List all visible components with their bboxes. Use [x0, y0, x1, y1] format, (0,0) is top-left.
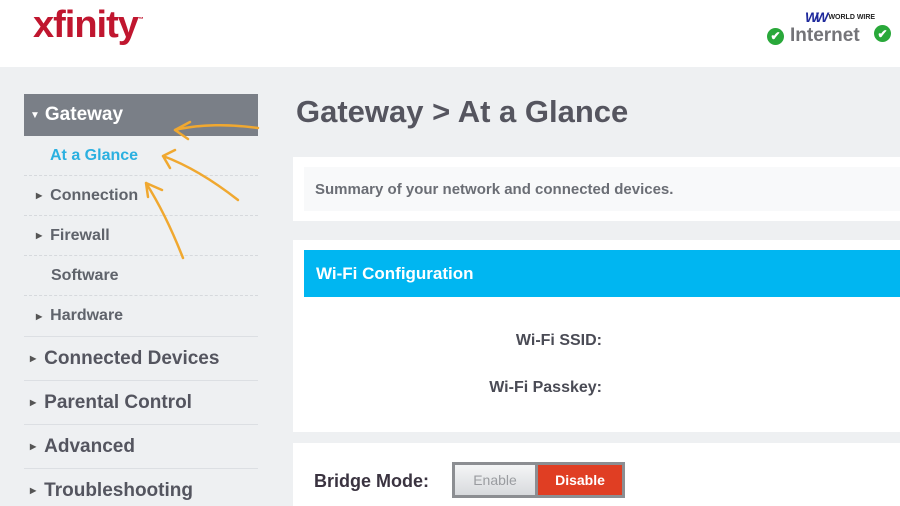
bridge-mode-panel: Bridge Mode: Enable Disable — [293, 443, 900, 506]
sidebar-item-software[interactable]: Software — [24, 256, 258, 296]
sidebar-item-label: Parental Control — [44, 391, 192, 413]
bridge-mode-toggle[interactable]: Enable Disable — [452, 462, 625, 498]
status-label: Internet — [790, 25, 860, 46]
sidebar-item-troubleshooting[interactable]: ▶ Troubleshooting — [24, 468, 258, 506]
check-circle-icon: ✔ — [767, 27, 784, 45]
caret-right-icon: ▶ — [30, 398, 37, 407]
bridge-mode-label: Bridge Mode: — [314, 471, 429, 491]
sidebar-item-label: Troubleshooting — [44, 479, 193, 501]
wifi-configuration-header: Wi-Fi Configuration — [304, 250, 900, 297]
caret-right-icon: ▶ — [36, 311, 43, 321]
sidebar-item-at-a-glance[interactable]: At a Glance — [24, 136, 258, 176]
sidebar-item-gateway[interactable]: ▼ Gateway — [24, 94, 258, 136]
xfinity-logo[interactable]: xfinity™ — [33, 4, 144, 47]
wifi-configuration-panel: Wi-Fi Configuration Wi-Fi SSID: Wi-Fi Pa… — [293, 240, 900, 432]
caret-right-icon: ▶ — [30, 486, 37, 495]
sidebar-item-label: Advanced — [44, 435, 135, 457]
world-wire-watermark: WW WORLD WIRE — [805, 9, 875, 25]
sidebar-item-connection[interactable]: ▶ Connection — [24, 176, 258, 216]
watermark-text: WORLD WIRE — [828, 13, 876, 21]
sidebar-item-label: At a Glance — [50, 146, 139, 164]
sidebar-item-firewall[interactable]: ▶ Firewall — [24, 216, 258, 256]
caret-right-icon: ▶ — [36, 231, 43, 240]
check-circle-icon: ✔ — [874, 25, 891, 42]
caret-down-icon: ▼ — [30, 109, 40, 121]
sidebar-item-label: Connection — [50, 186, 139, 204]
sidebar-item-label: Firewall — [50, 226, 110, 244]
summary-panel: Summary of your network and connected de… — [293, 157, 900, 221]
status-second[interactable]: ✔ — [874, 25, 891, 42]
caret-right-icon: ▶ — [36, 191, 43, 200]
sidebar-item-label: Connected Devices — [44, 347, 220, 369]
world-wire-logo-icon: WW — [805, 9, 829, 25]
disable-button[interactable]: Disable — [538, 465, 622, 495]
logo-text: xfinity — [33, 4, 139, 46]
wifi-passkey-label: Wi-Fi Passkey: — [489, 379, 602, 396]
sidebar-item-label: Gateway — [44, 104, 124, 125]
enable-button[interactable]: Enable — [455, 465, 535, 495]
page-title: Gateway > At a Glance — [296, 94, 629, 129]
sidebar-nav: ▼ Gateway At a Glance ▶ Connection ▶ Fir… — [24, 94, 258, 506]
summary-text: Summary of your network and connected de… — [304, 167, 900, 211]
sidebar-item-parental-control[interactable]: ▶ Parental Control — [24, 380, 258, 424]
sidebar-item-label: Software — [51, 266, 119, 284]
sidebar-item-hardware[interactable]: ▶ Hardware — [24, 296, 258, 336]
status-internet[interactable]: ✔ Internet — [767, 25, 860, 47]
sidebar-item-advanced[interactable]: ▶ Advanced — [24, 424, 258, 468]
sidebar-item-label: Hardware — [50, 307, 124, 324]
wifi-ssid-label: Wi-Fi SSID: — [515, 332, 602, 349]
sidebar-item-connected-devices[interactable]: ▶ Connected Devices — [24, 336, 258, 380]
caret-right-icon: ▶ — [30, 354, 37, 363]
logo-trademark: ™ — [137, 17, 144, 24]
caret-right-icon: ▶ — [30, 442, 37, 451]
top-bar: xfinity™ WW WORLD WIRE ✔ Internet ✔ — [0, 0, 900, 67]
